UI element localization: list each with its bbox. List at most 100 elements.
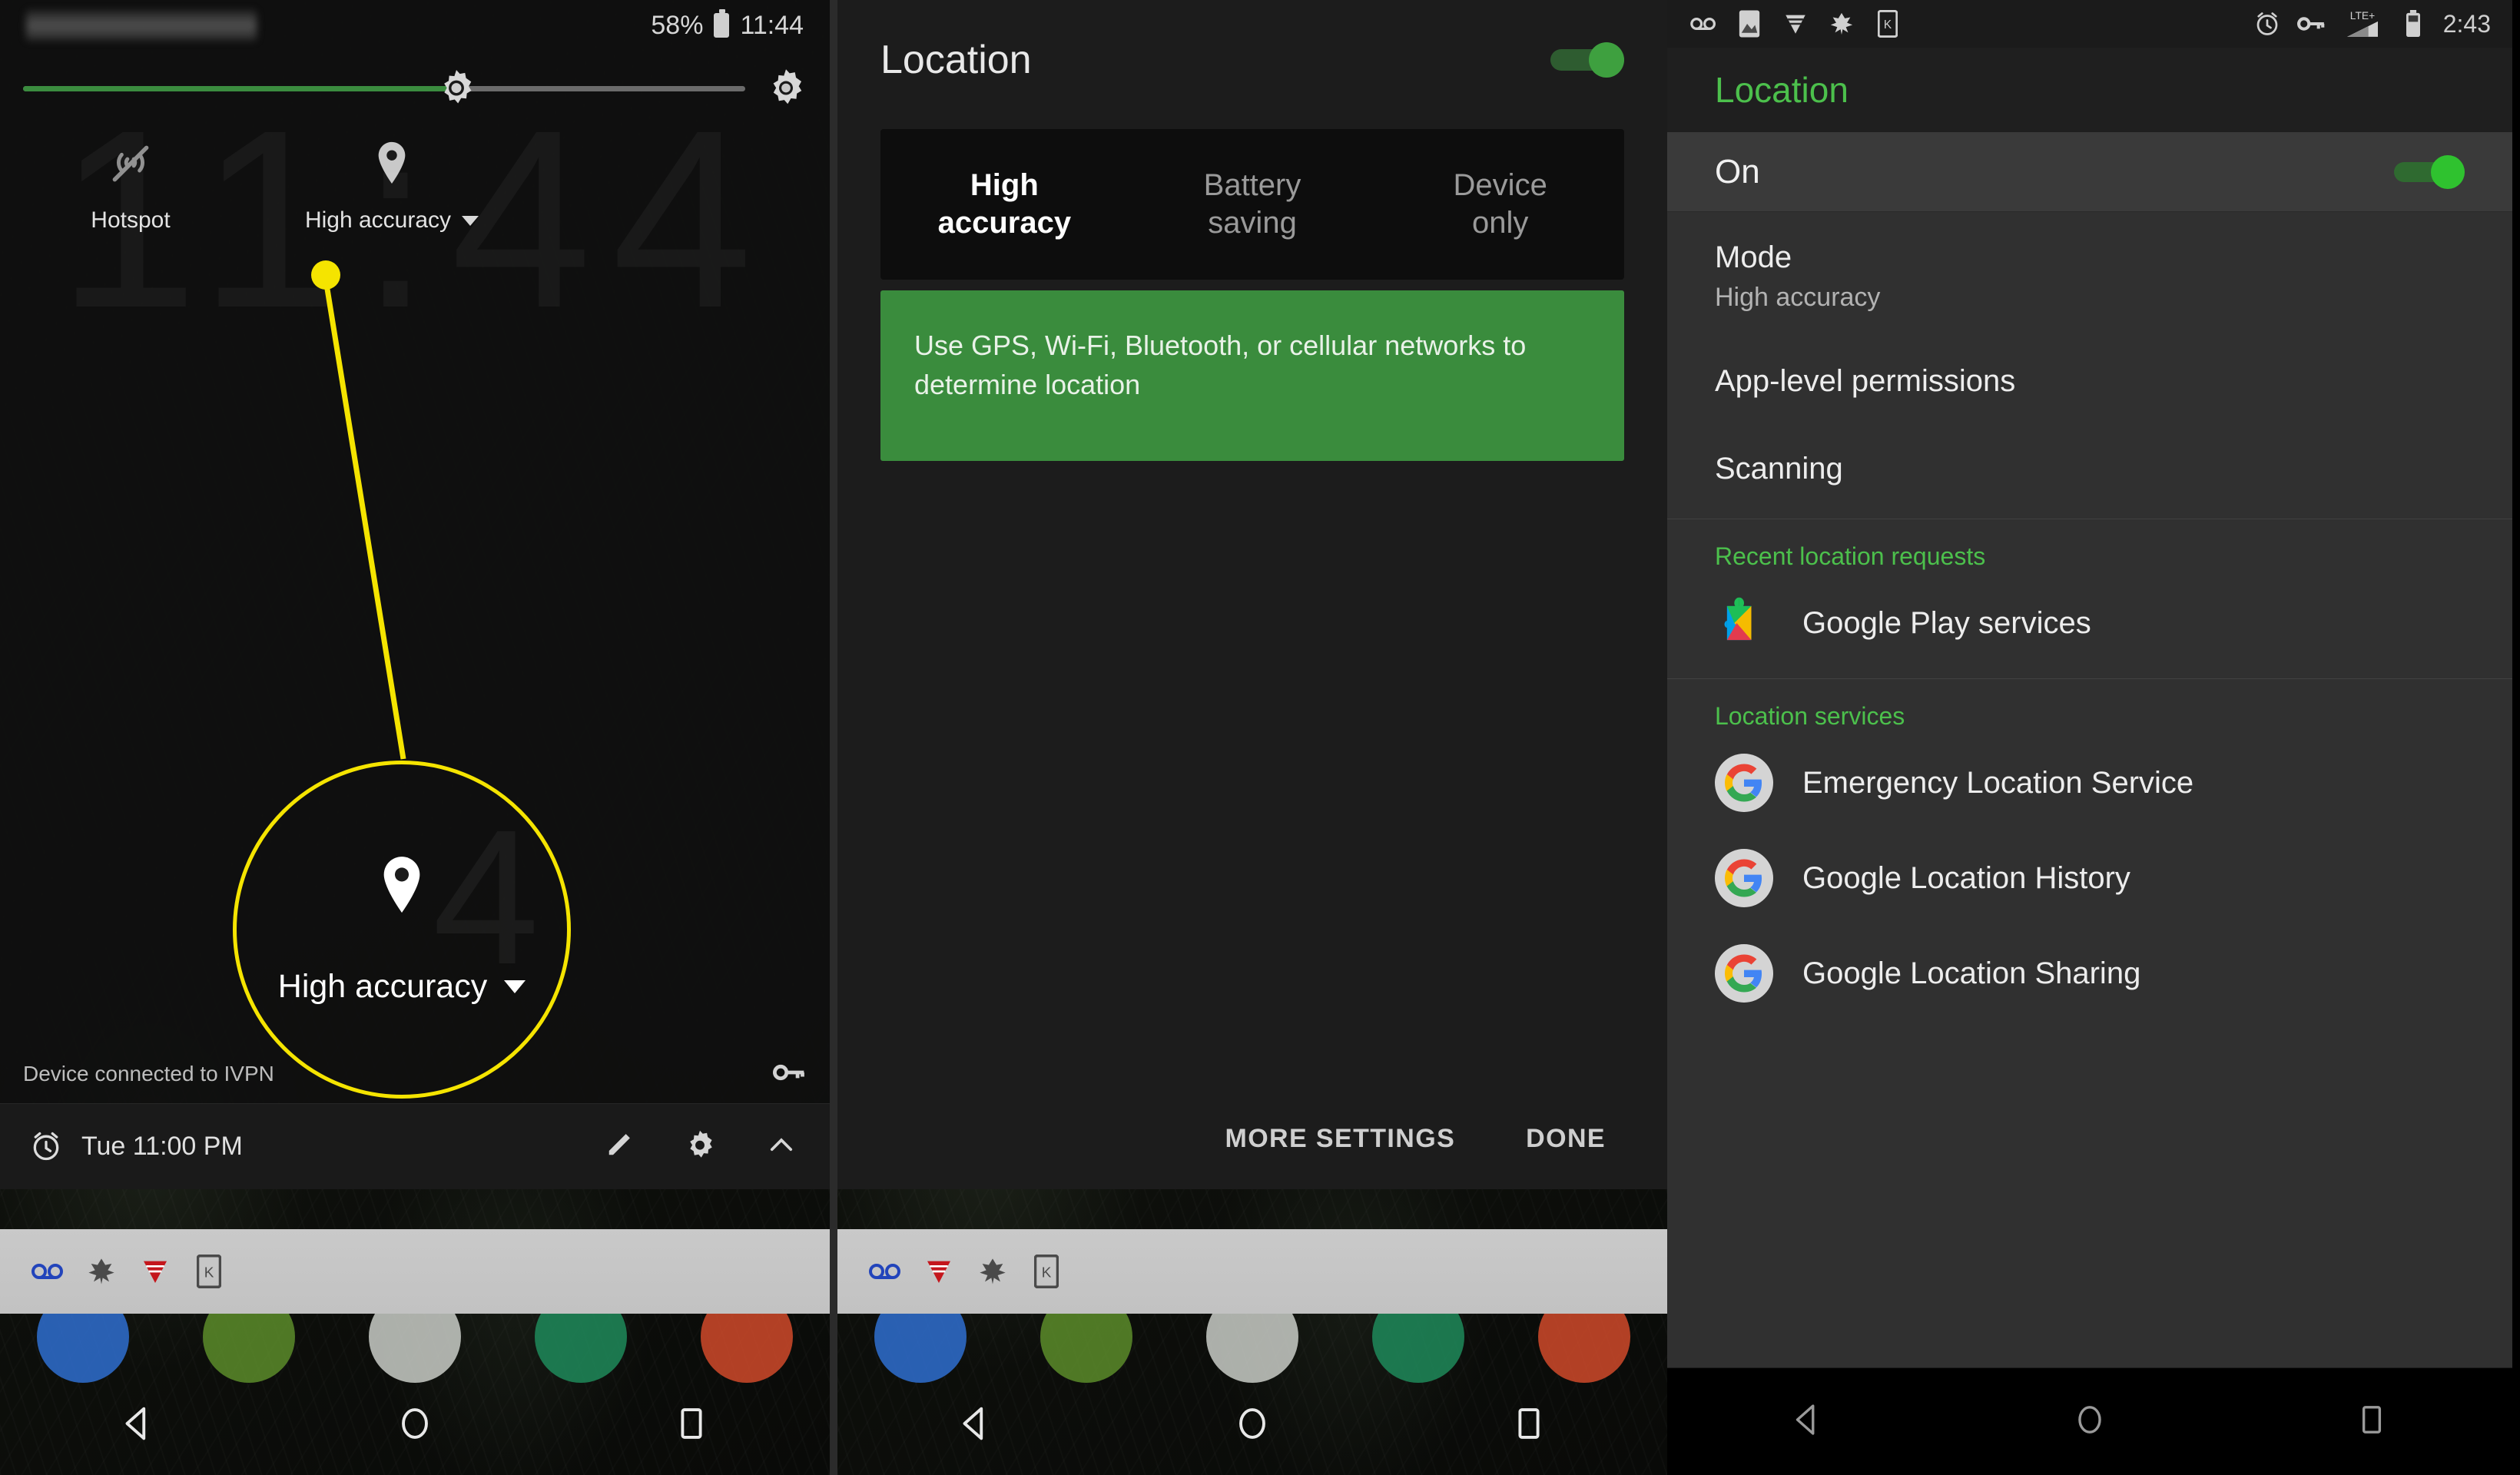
home-icon[interactable] [2069,1399,2110,1444]
tile-hotspot-label: Hotspot [91,207,171,233]
leaf-icon [1827,9,1856,38]
done-button[interactable]: DONE [1526,1124,1606,1154]
hotspot-off-icon [107,137,154,191]
dock-icon[interactable] [535,1314,627,1383]
leaf-icon[interactable] [976,1255,1010,1288]
tile-location-label: High accuracy [305,207,479,234]
recents-icon[interactable] [1507,1401,1551,1450]
home-screen-bottom [0,1314,830,1475]
recents-icon[interactable] [669,1401,714,1450]
page-title: Location [1715,70,1849,110]
quick-settings-shade: 11:44 58% 11:44 [0,0,830,1189]
v-logo-icon[interactable] [922,1255,956,1288]
mode-description-text: Use GPS, Wi-Fi, Bluetooth, or cellular n… [914,330,1527,401]
dock-icon[interactable] [369,1314,461,1383]
recents-icon[interactable] [2351,1399,2392,1444]
vpn-status-text: Device connected to IVPN [23,1062,274,1086]
pref-app-level-permissions[interactable]: App-level permissions [1667,336,2512,423]
location-master-toggle[interactable] [1550,42,1624,78]
panel-location-settings: K LTE+ 2:43 Location On Mode High accura… [1667,0,2512,1475]
back-icon[interactable] [953,1401,998,1450]
pref-mode-summary: High accuracy [1715,283,1881,312]
svg-text:K: K [204,1265,214,1281]
callout-highlight-circle: 4 High accuracy [233,761,571,1099]
alarm-clock-icon [29,1129,65,1165]
tile-location[interactable]: High accuracy [261,137,522,234]
brightness-slider[interactable] [23,68,745,108]
dock-icon[interactable] [1538,1314,1630,1383]
navigation-bar [837,1375,1667,1475]
brightness-sun-icon[interactable] [436,68,476,108]
pencil-icon[interactable] [602,1129,638,1165]
kindle-icon: K [1873,9,1902,38]
google-g-icon [1715,944,1773,1003]
pref-scanning-title: Scanning [1715,452,1843,486]
brightness-row [0,51,830,117]
list-item-google-play-services[interactable]: Google Play services [1667,575,2512,671]
back-icon[interactable] [1787,1399,1829,1444]
panel-quick-settings: K 11:44 58% 11:44 [0,0,830,1475]
back-icon[interactable] [116,1401,161,1450]
battery-icon [714,9,730,38]
list-item-label: Google Location Sharing [1802,956,2141,990]
dock-icon[interactable] [701,1314,793,1383]
mode-high-accuracy[interactable]: High accuracy [880,129,1129,280]
leaf-icon[interactable] [85,1255,118,1288]
location-master-toggle[interactable] [2394,154,2465,189]
battery-icon [2399,9,2428,38]
dock-icon[interactable] [37,1314,129,1383]
google-g-icon [1715,754,1773,812]
dock-icon[interactable] [1206,1314,1298,1383]
gear-icon[interactable] [684,1129,719,1165]
screenshot-stage: K 11:44 58% 11:44 [0,0,2520,1475]
settings-list: Mode High accuracy App-level permissions… [1667,212,2512,1021]
mode-device-only[interactable]: Device only [1376,129,1624,280]
voicemail-icon[interactable] [31,1255,65,1288]
kindle-icon[interactable]: K [192,1255,226,1288]
tile-hotspot[interactable]: Hotspot [0,137,261,234]
app-bar: Location [1667,48,2512,132]
location-pin-icon [372,137,412,191]
home-icon[interactable] [393,1401,437,1450]
location-master-row[interactable]: On [1667,132,2512,212]
section-header-recent-location-requests: Recent location requests [1715,542,1986,570]
status-bar: K LTE+ 2:43 [1667,0,2512,48]
dock-icons [837,1314,1667,1383]
panel-location-dialog: K Location High accuracy Battery saving D [837,0,1667,1475]
pref-mode-title: Mode [1715,240,1792,274]
chevron-up-icon[interactable] [765,1129,801,1165]
location-dialog: Location High accuracy Battery saving Devi… [837,0,1667,1189]
home-icon[interactable] [1230,1401,1275,1450]
dock-icons [0,1314,830,1383]
settings-gear-icon[interactable] [765,68,807,109]
dock-icon[interactable] [1040,1314,1132,1383]
pref-scanning[interactable]: Scanning [1667,423,2512,511]
lte-signal-icon: LTE+ [2342,9,2383,38]
dock-icon[interactable] [203,1314,295,1383]
mode-battery-saving[interactable]: Battery saving [1129,129,1377,280]
alarm-clock-icon [2253,9,2282,38]
list-item-google-location-sharing[interactable]: Google Location Sharing [1667,926,2512,1021]
dock-icon[interactable] [874,1314,967,1383]
kindle-icon[interactable]: K [1030,1255,1063,1288]
chevron-down-icon[interactable] [504,980,526,993]
chevron-down-icon[interactable] [462,215,479,226]
more-settings-button[interactable]: MORE SETTINGS [1225,1124,1455,1154]
v-logo-icon[interactable] [138,1255,172,1288]
list-item-google-location-history[interactable]: Google Location History [1667,830,2512,926]
battery-percent-label: 58% [651,10,704,40]
google-play-services-icon [1715,594,1773,652]
location-mode-segmented-control: High accuracy Battery saving Device only [880,129,1624,280]
vpn-key-icon[interactable] [773,1062,807,1087]
status-bar: 58% 11:44 [0,0,830,51]
list-item-emergency-location-service[interactable]: Emergency Location Service [1667,735,2512,830]
navigation-bar [1667,1367,2512,1475]
pref-mode[interactable]: Mode High accuracy [1667,212,2512,336]
alarm-footer-bar: Tue 11:00 PM [0,1103,830,1189]
mode-description-card: Use GPS, Wi-Fi, Bluetooth, or cellular n… [880,290,1624,461]
dock-icon[interactable] [1372,1314,1464,1383]
voicemail-icon[interactable] [868,1255,902,1288]
callout-location-pin-icon [375,854,429,922]
section-header-location-services: Location services [1715,702,1905,730]
dialog-actions: MORE SETTINGS DONE [837,1088,1667,1189]
